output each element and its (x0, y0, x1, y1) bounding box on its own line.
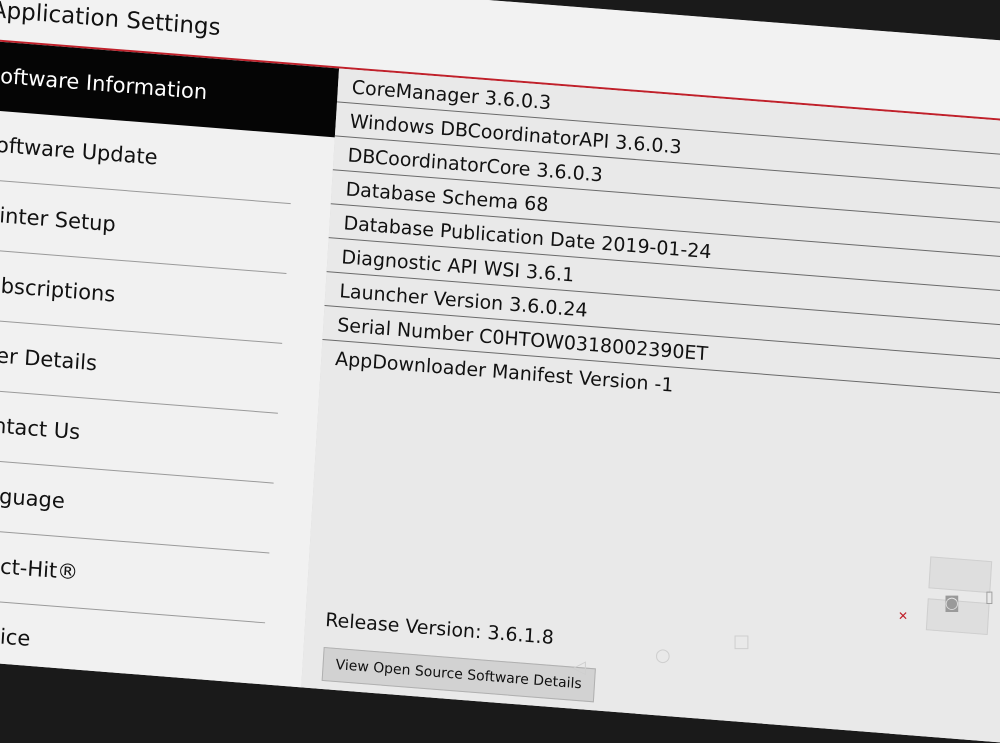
page-title: Application Settings (0, 0, 222, 42)
home-circle-icon[interactable]: ○ (655, 645, 671, 666)
close-x-icon[interactable]: ✕ (898, 609, 908, 623)
settings-sidebar: Software Information Software Update Pri… (0, 39, 341, 708)
android-nav-bar: ◁ ○ □ ✕ ◙ ▯ (0, 587, 1000, 697)
faint-action-button-1[interactable] (928, 556, 993, 594)
overflow-icon[interactable]: ▯ (985, 587, 994, 606)
recents-square-icon[interactable]: □ (733, 631, 750, 652)
camera-icon[interactable]: ◙ (944, 593, 960, 612)
back-triangle-icon[interactable]: ◁ (572, 657, 586, 678)
app-screen: Application Settings Software Informatio… (0, 0, 1000, 743)
